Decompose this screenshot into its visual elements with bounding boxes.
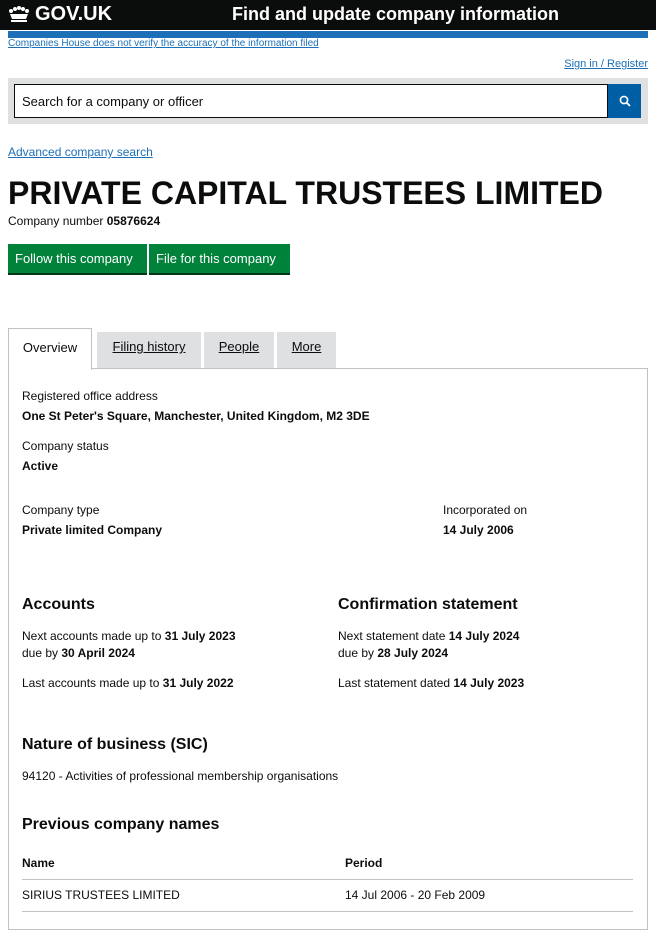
- confirmation-due-label: due by: [338, 646, 375, 660]
- disclaimer-link[interactable]: Companies House does not verify the accu…: [8, 38, 319, 50]
- sic-code: 94120 - Activities of professional membe…: [22, 769, 339, 783]
- company-number: Company number 05876624: [8, 214, 160, 229]
- search-bar: [8, 78, 648, 124]
- table-divider: [22, 911, 633, 912]
- confirmation-due: due by 28 July 2024: [338, 646, 448, 661]
- column-header-name: Name: [22, 856, 55, 870]
- confirmation-due-date: 28 July 2024: [377, 646, 449, 660]
- column-header-period: Period: [345, 856, 383, 870]
- accounts-next-label: Next accounts made up to: [22, 629, 162, 643]
- confirmation-next: Next statement date 14 July 2024: [338, 629, 519, 644]
- tab-more[interactable]: More: [277, 332, 336, 368]
- tab-filing-history[interactable]: Filing history: [97, 332, 201, 368]
- company-type-value: Private limited Company: [22, 523, 163, 537]
- tab-overview[interactable]: Overview: [8, 328, 92, 370]
- previous-period-cell: 14 Jul 2006 - 20 Feb 2009: [345, 888, 486, 902]
- search-input[interactable]: [14, 84, 608, 118]
- accounts-heading: Accounts: [22, 596, 95, 613]
- search-icon: [619, 95, 631, 107]
- company-name: PRIVATE CAPITAL TRUSTEES LIMITED: [8, 175, 603, 211]
- table-divider: [22, 879, 633, 880]
- confirmation-last-date: 14 July 2023: [453, 676, 525, 690]
- previous-name-cell: SIRIUS TRUSTEES LIMITED: [22, 888, 180, 902]
- accounts-next-date: 31 July 2023: [164, 629, 236, 643]
- govuk-header: GOV.UK Find and update company informati…: [0, 0, 656, 30]
- accounts-next: Next accounts made up to 31 July 2023: [22, 629, 236, 644]
- confirmation-next-date: 14 July 2024: [448, 629, 520, 643]
- accounts-last-date: 31 July 2022: [162, 676, 234, 690]
- company-status-value: Active: [22, 459, 59, 473]
- follow-company-button[interactable]: Follow this company: [8, 244, 147, 273]
- company-status-label: Company status: [22, 439, 109, 453]
- registered-office-value: One St Peter's Square, Manchester, Unite…: [22, 409, 370, 423]
- confirmation-last: Last statement dated 14 July 2023: [338, 676, 524, 691]
- search-button[interactable]: [608, 84, 641, 118]
- accounts-due-label: due by: [22, 646, 59, 660]
- overview-panel: Registered office address One St Peter's…: [8, 368, 648, 930]
- previous-names-heading: Previous company names: [22, 816, 220, 833]
- incorporated-label: Incorporated on: [443, 503, 528, 517]
- advanced-search-link[interactable]: Advanced company search: [8, 145, 153, 159]
- accounts-last: Last accounts made up to 31 July 2022: [22, 676, 234, 691]
- company-number-value: 05876624: [106, 214, 161, 228]
- govuk-logo-link[interactable]: GOV.UK: [8, 2, 112, 26]
- incorporated-value: 14 July 2006: [443, 523, 514, 537]
- sign-in-link[interactable]: Sign in / Register: [564, 58, 648, 71]
- header-blue-bar: [8, 31, 648, 38]
- accounts-due: due by 30 April 2024: [22, 646, 135, 661]
- company-number-label: Company number: [8, 214, 104, 228]
- tab-people[interactable]: People: [204, 332, 274, 368]
- crown-icon: [9, 6, 29, 22]
- nature-of-business-heading: Nature of business (SIC): [22, 736, 208, 753]
- confirmation-next-label: Next statement date: [338, 629, 446, 643]
- file-for-company-button[interactable]: File for this company: [149, 244, 290, 273]
- registered-office-label: Registered office address: [22, 389, 158, 403]
- confirmation-heading: Confirmation statement: [338, 596, 518, 613]
- company-type-label: Company type: [22, 503, 100, 517]
- govuk-logo-text: GOV.UK: [35, 3, 113, 25]
- service-name[interactable]: Find and update company information: [232, 3, 559, 25]
- confirmation-last-label: Last statement dated: [338, 676, 451, 690]
- accounts-due-date: 30 April 2024: [61, 646, 135, 660]
- accounts-last-label: Last accounts made up to: [22, 676, 160, 690]
